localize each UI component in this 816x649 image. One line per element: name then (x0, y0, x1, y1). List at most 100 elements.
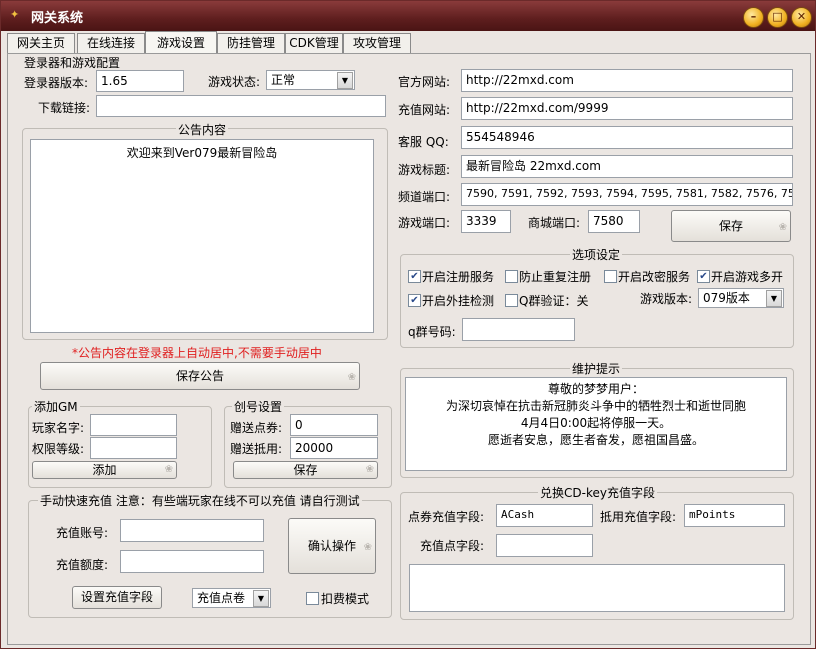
password-change-checkbox[interactable] (604, 270, 617, 283)
register-service-label: 开启注册服务 (422, 270, 495, 284)
deduct-mode-label: 扣费模式 (321, 592, 370, 606)
gift-deduct-label: 赠送抵用: (230, 442, 283, 456)
tab-attack[interactable]: 攻攻管理 (343, 33, 411, 53)
register-service-checkbox[interactable]: ✔ (408, 270, 421, 283)
maintenance-line: 愿逝者安息，愿生者奋发，愿祖国昌盛。 (487, 433, 704, 447)
qgroup-number-label: q群号码: (408, 325, 456, 339)
maintenance-group-title: 维护提示 (570, 360, 623, 377)
prevent-duplicate-label: 防止重复注册 (519, 270, 592, 284)
deduct-field-input[interactable]: mPoints (684, 504, 785, 527)
recharge-site-label: 充值网站: (398, 103, 451, 117)
cdkey-textarea[interactable] (409, 564, 785, 612)
save-notice-button[interactable]: 保存公告 ❀ (40, 362, 360, 390)
save-create-button[interactable]: 保存 ❀ (233, 461, 378, 479)
maximize-icon[interactable]: □ (767, 7, 788, 28)
notice-tip: *公告内容在登录器上自动居中,不需要手动居中 (72, 346, 322, 360)
channel-port-label: 频道端口: (398, 190, 451, 204)
deduct-mode-checkbox[interactable] (306, 592, 319, 605)
notice-content: 欢迎来到Ver079最新冒险岛 (126, 146, 278, 160)
swirl-icon: ❀ (778, 222, 787, 233)
add-gm-label: 添加 (92, 463, 117, 477)
manual-recharge-group-title: 手动快速充值 注意：有些端玩家在线不可以充值 请自行测试 (38, 492, 362, 509)
game-state-value: 正常 (271, 73, 296, 87)
close-icon[interactable]: ✕ (791, 7, 812, 28)
tab-home[interactable]: 网关主页 (7, 33, 75, 53)
recharge-type-select[interactable]: 充值点卷 ▼ (192, 588, 271, 608)
game-port-input[interactable]: 3339 (461, 210, 511, 233)
game-title-input[interactable]: 最新冒险岛 22mxd.com (461, 155, 793, 178)
cheat-detect-checkbox[interactable]: ✔ (408, 294, 421, 307)
launcher-group-title: 登录器和游戏配置 (22, 54, 123, 71)
tab-online[interactable]: 在线连接 (77, 33, 145, 53)
points-field-input[interactable]: ACash (496, 504, 593, 527)
confirm-recharge-label: 确认操作 (307, 539, 356, 553)
swirl-icon: ❀ (365, 464, 374, 475)
launcher-version-input[interactable]: 1.65 (96, 70, 184, 92)
save-create-label: 保存 (293, 463, 318, 477)
recharge-amount-input[interactable] (120, 550, 264, 573)
confirm-recharge-button[interactable]: 确认操作 ❀ (288, 518, 376, 574)
save-site-button[interactable]: 保存 ❀ (671, 210, 791, 242)
gift-deduct-input[interactable]: 20000 (290, 437, 378, 459)
notice-group-title: 公告内容 (176, 121, 229, 138)
official-site-input[interactable]: http://22mxd.com (461, 69, 793, 92)
recharge-account-input[interactable] (120, 519, 264, 542)
swirl-icon: ❀ (363, 542, 372, 553)
game-state-select[interactable]: 正常 ▼ (266, 70, 355, 90)
recharge-site-input[interactable]: http://22mxd.com/9999 (461, 97, 793, 120)
official-site-label: 官方网站: (398, 75, 451, 89)
chevron-down-icon: ▼ (253, 590, 269, 607)
player-name-input[interactable] (90, 414, 177, 436)
window-title: 网关系统 (31, 11, 84, 26)
minimize-icon[interactable]: – (743, 7, 764, 28)
app-icon: ✦ (10, 8, 20, 21)
permission-level-input[interactable] (90, 437, 177, 459)
qgroup-verify-checkbox[interactable] (505, 294, 518, 307)
multi-open-checkbox[interactable]: ✔ (697, 270, 710, 283)
add-gm-button[interactable]: 添加 ❀ (32, 461, 177, 479)
maintenance-line: 为深切哀悼在抗击新冠肺炎斗争中的牺牲烈士和逝世同胞 (445, 399, 746, 413)
game-state-label: 游戏状态: (208, 75, 261, 89)
notice-textarea[interactable]: 欢迎来到Ver079最新冒险岛 (30, 139, 374, 333)
game-version-label: 游戏版本: (640, 292, 693, 306)
multi-open-label: 开启游戏多开 (711, 270, 784, 284)
recharge-amount-label: 充值额度: (56, 558, 109, 572)
title-bar[interactable]: ✦ 网关系统 – □ ✕ (1, 1, 815, 31)
download-link-label: 下载链接: (38, 101, 91, 115)
game-settings-panel: 登录器和游戏配置 登录器版本: 1.65 游戏状态: 正常 ▼ 下载链接: 公告… (7, 53, 811, 645)
qq-input[interactable]: 554548946 (461, 126, 793, 149)
game-version-select[interactable]: 079版本 ▼ (698, 288, 784, 308)
set-recharge-field-label: 设置充值字段 (80, 590, 153, 604)
charge-field-label: 充值点字段: (420, 539, 485, 553)
game-version-value: 079版本 (703, 291, 750, 305)
swirl-icon: ❀ (164, 464, 173, 475)
gift-points-label: 赠送点券: (230, 421, 283, 435)
set-recharge-field-button[interactable]: 设置充值字段 (72, 586, 162, 609)
qgroup-verify-label: Q群验证：关 (519, 294, 589, 308)
cdkey-group-title: 兑换CD-key充值字段 (538, 484, 657, 501)
maintenance-textarea[interactable]: 尊敬的梦梦用户： 为深切哀悼在抗击新冠肺炎斗争中的牺牲烈士和逝世同胞 4月4日0… (405, 377, 787, 471)
recharge-account-label: 充值账号: (56, 526, 109, 540)
tab-anti-hack[interactable]: 防挂管理 (217, 33, 285, 53)
channel-port-input[interactable]: 7590, 7591, 7592, 7593, 7594, 7595, 7581… (461, 183, 793, 206)
cheat-detect-label: 开启外挂检测 (422, 294, 495, 308)
player-name-label: 玩家名字: (32, 421, 85, 435)
gift-points-input[interactable]: 0 (290, 414, 378, 436)
qgroup-number-input[interactable] (462, 318, 575, 341)
prevent-duplicate-checkbox[interactable] (505, 270, 518, 283)
save-notice-label: 保存公告 (175, 369, 224, 383)
shop-port-label: 商城端口: (528, 216, 581, 230)
points-field-label: 点券充值字段: (408, 510, 485, 524)
save-site-label: 保存 (718, 219, 743, 233)
maintenance-line: 尊敬的梦梦用户： (547, 382, 644, 396)
deduct-field-label: 抵用充值字段: (600, 510, 677, 524)
download-link-input[interactable] (96, 95, 386, 117)
game-title-label: 游戏标题: (398, 163, 451, 177)
chevron-down-icon: ▼ (337, 72, 353, 89)
tab-game-settings[interactable]: 游戏设置 (145, 31, 217, 54)
tab-cdk[interactable]: CDK管理 (285, 33, 343, 53)
shop-port-input[interactable]: 7580 (588, 210, 640, 233)
chevron-down-icon: ▼ (766, 290, 782, 307)
charge-field-input[interactable] (496, 534, 593, 557)
password-change-label: 开启改密服务 (618, 270, 691, 284)
